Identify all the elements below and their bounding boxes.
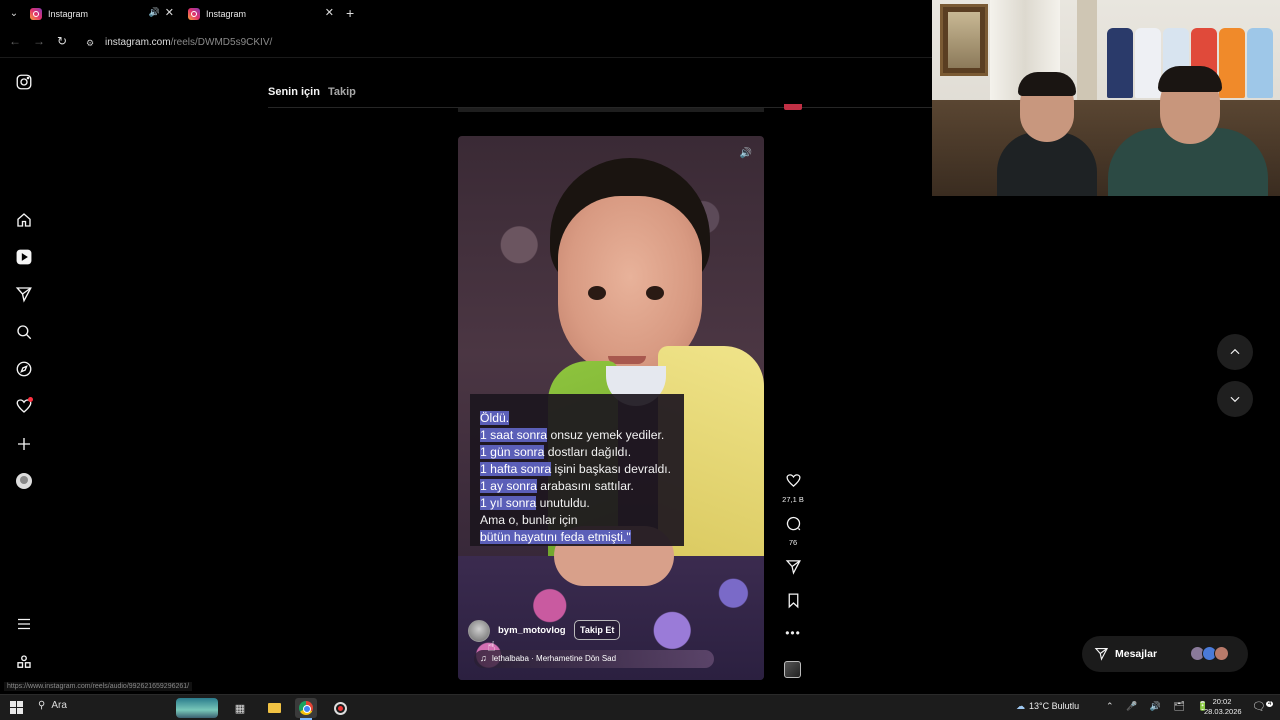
webcam-overlay xyxy=(932,0,1280,196)
address-bar: ← → ↻ ⚙ instagram.com/reels/DWMD5s9CKIV/ xyxy=(0,28,932,58)
comment-icon xyxy=(786,516,800,531)
search-icon[interactable] xyxy=(14,322,34,342)
music-note-icon: ♫ xyxy=(480,653,487,663)
follow-button[interactable]: Takip Et xyxy=(574,620,621,640)
like-count: 27,1 B xyxy=(782,495,804,504)
new-tab-icon[interactable]: + xyxy=(346,5,354,21)
recorder-icon[interactable] xyxy=(329,698,351,718)
notifications-heart-icon[interactable] xyxy=(14,396,34,416)
profile-avatar[interactable] xyxy=(14,471,34,491)
tab-close-icon[interactable]: ✕ xyxy=(325,6,334,19)
message-avatar xyxy=(1214,646,1229,661)
more-apps-icon[interactable] xyxy=(14,652,34,672)
browser-tab-1[interactable]: Instagram 🔊 ✕ xyxy=(30,4,180,24)
video-eye xyxy=(646,286,664,300)
caption-line: 1 yıl sonra unutuldu. xyxy=(480,496,590,510)
caption-overlay: Öldü. 1 saat sonra onsuz yemek yediler. … xyxy=(470,394,684,546)
previous-reel-button[interactable] xyxy=(1217,334,1253,370)
heart-icon xyxy=(785,474,801,488)
more-dots-icon: ••• xyxy=(785,626,801,640)
more-options-button[interactable]: ••• xyxy=(778,624,808,642)
clock[interactable]: 20:02 28.03.2026 xyxy=(1204,697,1242,717)
explore-icon[interactable] xyxy=(14,359,34,379)
task-view-icon[interactable]: ▦ xyxy=(229,698,251,718)
direct-messages-icon[interactable] xyxy=(14,284,34,304)
feed-tabs: Senin için Takip xyxy=(268,86,356,98)
audio-title: lethalbaba · Merhametine Dön Sad xyxy=(492,654,617,663)
volume-icon[interactable]: 🔊 xyxy=(738,146,754,162)
messages-icon xyxy=(1094,647,1109,661)
menu-icon[interactable] xyxy=(14,614,34,634)
tab-title: Instagram xyxy=(48,9,89,19)
tab-search-icon[interactable]: ⌄ xyxy=(6,6,22,22)
caption-line: Öldü. xyxy=(480,411,510,425)
cloud-icon: ☁ xyxy=(1016,701,1025,711)
windows-start-icon[interactable] xyxy=(10,701,23,714)
caption-line: 1 hafta sonra işini başkası devraldı. xyxy=(480,462,672,476)
tab-following[interactable]: Takip xyxy=(328,86,356,98)
instagram-logo-icon[interactable] xyxy=(14,72,34,92)
url-field[interactable]: instagram.com/reels/DWMD5s9CKIV/ xyxy=(105,37,272,48)
reload-icon[interactable]: ↻ xyxy=(57,34,67,48)
messages-label: Mesajlar xyxy=(1115,648,1158,660)
person-right-hair xyxy=(1158,66,1222,92)
forward-arrow-icon[interactable]: → xyxy=(33,34,45,48)
back-arrow-icon[interactable]: ← xyxy=(9,34,21,48)
author-username[interactable]: bym_motovlog xyxy=(498,625,566,636)
system-tray[interactable]: ⌃ 🎤 🔊 🗂 🔋 xyxy=(1106,701,1214,712)
file-explorer-icon[interactable] xyxy=(263,698,285,718)
caption-line: 1 saat sonra onsuz yemek yediler. xyxy=(480,428,665,442)
home-icon[interactable] xyxy=(14,210,34,230)
caption-line: 1 ay sonra arabasını sattılar. xyxy=(480,479,634,493)
status-link: https://www.instagram.com/reels/audio/99… xyxy=(4,682,193,691)
caption-line: bütün hayatını feda etmişti." xyxy=(480,530,631,544)
audio-link[interactable]: ♫ lethalbaba · Merhametine Dön Sad xyxy=(474,650,714,668)
bookmark-icon xyxy=(788,593,798,609)
create-plus-icon[interactable] xyxy=(14,434,34,454)
messages-button[interactable]: Mesajlar xyxy=(1082,636,1248,672)
mouse-cursor-icon: ☝ xyxy=(487,638,496,654)
tab-title: Instagram xyxy=(206,9,247,19)
video-eye xyxy=(588,286,606,300)
tab-close-icon[interactable]: ✕ xyxy=(165,6,174,19)
notification-count: 4 xyxy=(1265,701,1274,708)
save-button[interactable] xyxy=(778,592,808,614)
chevron-up-icon xyxy=(1230,348,1240,355)
like-button[interactable]: 27,1 B xyxy=(778,472,808,504)
weather-widget[interactable]: ☁ 13°C Bulutlu xyxy=(1016,701,1079,712)
reel-footer: bym_motovlog Takip Et ♫ lethalbaba · Mer… xyxy=(468,620,758,670)
tab-for-you[interactable]: Senin için xyxy=(268,86,320,98)
search-icon: ⚲ xyxy=(38,700,46,711)
chrome-icon[interactable] xyxy=(295,698,317,718)
browser-tab-2[interactable]: Instagram ✕ xyxy=(188,4,340,24)
caption-line: Ama o, bunlar için xyxy=(480,513,578,527)
previous-reel-edge xyxy=(458,108,764,112)
share-button[interactable] xyxy=(778,558,808,580)
caption-line: 1 gün sonra dostları dağıldı. xyxy=(480,445,632,459)
clock-time: 20:02 xyxy=(1212,697,1232,706)
search-highlight-image[interactable] xyxy=(176,698,218,718)
taskbar-search[interactable]: ⚲ Ara xyxy=(38,700,67,711)
notification-dot xyxy=(28,397,33,402)
taskbar: ⚲ Ara ▦ ☁ 13°C Bulutlu ⌃ 🎤 🔊 🗂 🔋 20:02 28.… xyxy=(0,694,1280,720)
site-info-icon[interactable]: ⚙ xyxy=(86,38,94,49)
person-left-hair xyxy=(1018,72,1076,96)
wall-portrait xyxy=(940,4,988,76)
share-icon xyxy=(785,560,801,575)
reel-video[interactable]: 🔊 Öldü. 1 saat sonra onsuz yemek yediler… xyxy=(458,136,764,680)
instagram-sidebar xyxy=(0,58,48,688)
clock-date: 28.03.2026 xyxy=(1204,707,1242,716)
previous-reel-thumbnail xyxy=(784,104,802,110)
audio-thumbnail[interactable] xyxy=(784,661,801,678)
reels-icon[interactable] xyxy=(14,247,34,267)
chevron-down-icon xyxy=(1230,396,1240,403)
next-reel-button[interactable] xyxy=(1217,381,1253,417)
notification-center-icon[interactable]: 🗨 4 xyxy=(1252,700,1274,713)
instagram-favicon-icon xyxy=(30,8,42,20)
instagram-favicon-icon xyxy=(188,8,200,20)
comment-count: 76 xyxy=(788,538,798,547)
browser-tab-bar: ⌄ Instagram 🔊 ✕ Instagram ✕ + xyxy=(0,0,932,28)
comment-button[interactable]: 76 xyxy=(778,515,808,547)
tab-audio-icon[interactable]: 🔊 xyxy=(149,7,160,18)
